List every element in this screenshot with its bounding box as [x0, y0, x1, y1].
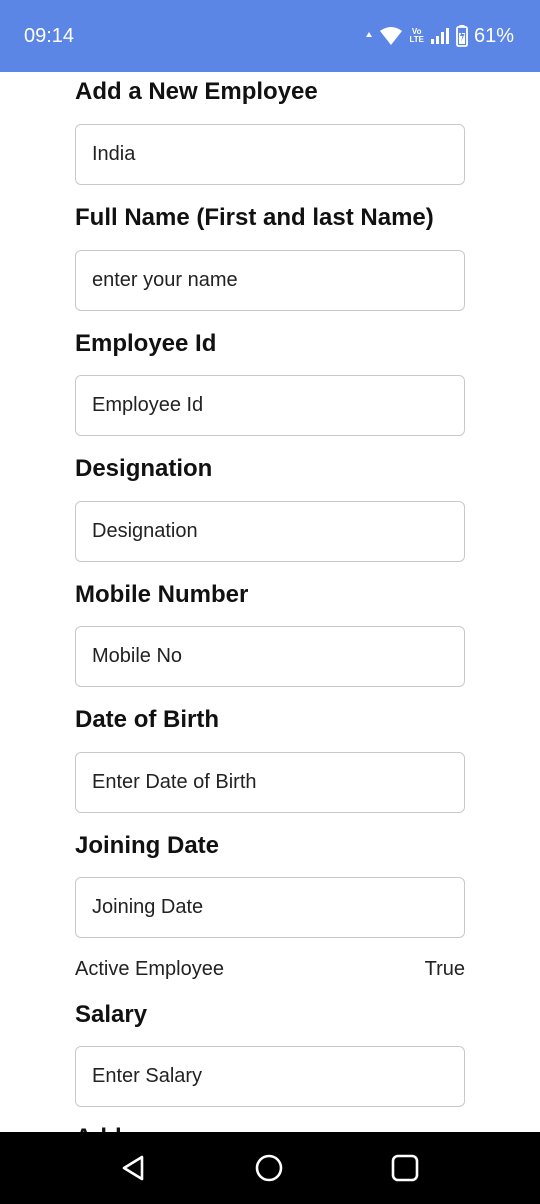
- battery-percent: 61%: [473, 24, 514, 47]
- country-input[interactable]: [75, 124, 465, 185]
- status-icons: Vo LTE 61%: [365, 24, 514, 48]
- employee-form: Add a New Employee Full Name (First and …: [0, 72, 540, 1132]
- joining-date-input[interactable]: [75, 877, 465, 938]
- recents-icon[interactable]: [389, 1152, 421, 1184]
- joining-date-label: Joining Date: [75, 832, 220, 859]
- active-employee-value[interactable]: True: [425, 958, 465, 981]
- date-of-birth-label: Date of Birth: [75, 706, 219, 733]
- battery-icon: [456, 25, 468, 47]
- active-employee-row[interactable]: Active Employee True: [75, 954, 465, 984]
- volte-bottom: LTE: [409, 35, 424, 44]
- full-name-label: Full Name (First and last Name): [75, 204, 434, 231]
- full-name-input[interactable]: [75, 250, 465, 311]
- salary-label: Salary: [75, 1001, 148, 1028]
- page-title: Add a New Employee: [75, 78, 318, 105]
- salary-input[interactable]: [75, 1046, 465, 1107]
- volte-icon: Vo LTE: [409, 28, 424, 44]
- active-employee-label: Active Employee: [75, 957, 224, 980]
- next-field-label: Add: [75, 1124, 122, 1132]
- mobile-number-input[interactable]: [75, 626, 465, 687]
- designation-input[interactable]: [75, 501, 465, 562]
- status-time: 09:14: [24, 25, 75, 47]
- wifi-icon: [379, 26, 403, 46]
- navigation-bar: [0, 1132, 540, 1204]
- data-arrow-icon: [365, 31, 373, 41]
- home-icon[interactable]: [253, 1152, 285, 1184]
- mobile-number-label: Mobile Number: [75, 581, 249, 608]
- signal-icon: [430, 27, 450, 45]
- date-of-birth-input[interactable]: [75, 752, 465, 813]
- employee-id-label: Employee Id: [75, 330, 217, 357]
- back-icon[interactable]: [118, 1152, 150, 1184]
- employee-id-input[interactable]: [75, 375, 465, 436]
- status-bar: 09:14 Vo LTE 61%: [0, 0, 540, 72]
- designation-label: Designation: [75, 455, 213, 482]
